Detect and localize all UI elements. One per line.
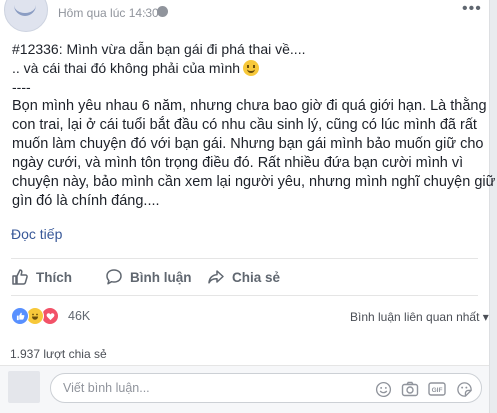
svg-text:GIF: GIF xyxy=(432,387,443,394)
comment-label: Bình luận xyxy=(130,269,192,285)
like-button[interactable]: Thích xyxy=(11,266,72,288)
page-avatar[interactable] xyxy=(4,0,48,32)
post-body-line: muốn làm chuyện đó với bạn gái. Nhưng bạ… xyxy=(12,136,484,152)
more-options-icon[interactable]: ••• xyxy=(462,0,482,18)
reaction-count[interactable]: 46K xyxy=(68,309,90,323)
user-avatar xyxy=(8,371,40,403)
action-bar: Thích Bình luận Chia sẻ xyxy=(11,258,478,296)
post-divider-line: ---- xyxy=(12,79,31,95)
post-body-line: con trai, lại ở cái tuổi bắt đầu có nhu … xyxy=(12,117,477,133)
post-header: Hôm qua lúc 14:30 · ••• xyxy=(0,0,489,36)
comment-sort-label: Bình luận liên quan nhất xyxy=(350,310,480,324)
share-button[interactable]: Chia sẻ xyxy=(207,266,280,288)
comment-button[interactable]: Bình luận xyxy=(105,266,192,288)
emoji-icon[interactable] xyxy=(374,380,392,398)
read-more-link[interactable]: Đọc tiếp xyxy=(11,226,62,242)
sticker-icon[interactable] xyxy=(455,380,473,398)
comment-placeholder: Viết bình luận... xyxy=(63,381,150,395)
like-reaction-icon xyxy=(11,307,29,325)
comment-sort-dropdown[interactable]: Bình luận liên quan nhất ▾ xyxy=(350,310,489,324)
post-card: Hôm qua lúc 14:30 · ••• #12336: Mình vừa… xyxy=(0,0,496,413)
like-label: Thích xyxy=(36,269,72,285)
post-body-line: gìn đó là chính đáng.... xyxy=(12,193,160,209)
post-title-line: #12336: Mình vừa dẫn bạn gái đi phá thai… xyxy=(12,41,306,57)
reactions-summary[interactable]: 46K xyxy=(11,306,90,326)
comment-input[interactable]: Viết bình luận... GIF xyxy=(50,373,482,403)
separator-dot: · xyxy=(143,5,147,19)
share-label: Chia sẻ xyxy=(232,269,281,285)
globe-icon xyxy=(157,6,168,17)
post-text: #12336: Mình vừa dẫn bạn gái đi phá thai… xyxy=(12,40,496,211)
share-count[interactable]: 1.937 lượt chia sẻ xyxy=(10,347,107,361)
post-subtitle-line: .. và cái thai đó không phải của mình xyxy=(12,59,482,78)
comment-composer: Viết bình luận... GIF xyxy=(0,366,489,413)
post-subtitle-text: .. và cái thai đó không phải của mình xyxy=(12,60,241,76)
post-body-line: chuyện này, bảo mình cần xem lại người y… xyxy=(12,174,496,190)
thumbs-up-icon xyxy=(12,269,28,285)
camera-icon[interactable] xyxy=(401,380,419,398)
gif-icon[interactable]: GIF xyxy=(428,380,446,398)
chevron-down-icon: ▾ xyxy=(482,310,489,324)
smile-emoji-icon xyxy=(243,60,260,76)
post-body-line: Bọn mình yêu nhau 6 năm, nhưng chưa bao … xyxy=(12,98,487,114)
post-body-line: ngày cưới, và mình tôn trọng điều đó. Rấ… xyxy=(12,155,464,171)
share-arrow-icon xyxy=(208,270,224,284)
comment-bubble-icon xyxy=(106,269,122,285)
